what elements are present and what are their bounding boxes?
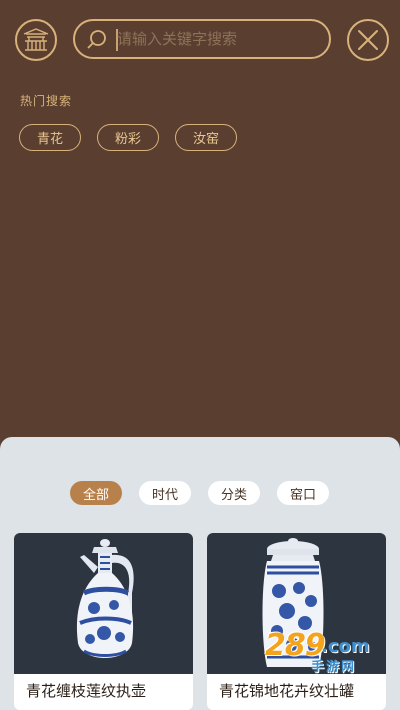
hot-tag[interactable]: 粉彩: [97, 124, 160, 151]
result-card[interactable]: 青花缠枝莲纹执壶: [14, 533, 193, 710]
watermark-subtitle: 手游网: [311, 660, 357, 675]
close-button[interactable]: [347, 19, 389, 61]
card-caption: 青花缠枝莲纹执壶: [26, 682, 147, 700]
hot-search-tags: 青花 粉彩 汝窑: [19, 124, 238, 151]
filter-tab-category[interactable]: 分类: [208, 481, 260, 505]
site-watermark: 289 .com 手游网: [265, 628, 380, 675]
top-bar: [0, 0, 400, 80]
filter-tabs: 全部 时代 分类 窑口: [70, 481, 329, 505]
card-caption: 青花锦地花卉纹壮罐: [219, 682, 355, 700]
hot-tag[interactable]: 汝窑: [175, 124, 238, 151]
search-icon[interactable]: [85, 28, 109, 52]
home-button[interactable]: [15, 19, 57, 61]
hot-tag[interactable]: 青花: [19, 124, 82, 151]
filter-tab-all[interactable]: 全部: [70, 481, 122, 505]
result-card[interactable]: 青花锦地花卉纹壮罐: [207, 533, 386, 710]
close-icon: [358, 30, 378, 50]
hot-search-title: 热门搜索: [20, 94, 73, 108]
filter-tab-era[interactable]: 时代: [139, 481, 191, 505]
search-input[interactable]: [117, 26, 322, 52]
product-image: [14, 533, 193, 674]
filter-tab-kiln[interactable]: 窑口: [277, 481, 329, 505]
watermark-domain: .com: [321, 636, 370, 657]
search-box[interactable]: [73, 19, 331, 59]
pavilion-icon: [23, 28, 49, 51]
ewer-vase-image: [76, 539, 134, 658]
